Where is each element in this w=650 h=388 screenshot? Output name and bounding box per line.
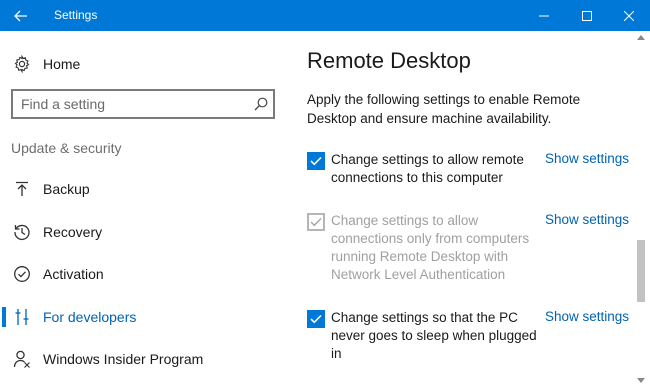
minimize-icon — [539, 15, 549, 16]
page-description: Apply the following settings to enable R… — [307, 92, 581, 126]
option-label: Change settings to allow remote connecti… — [331, 152, 524, 185]
option-label: Change settings to allow connections onl… — [331, 213, 530, 282]
scroll-down-arrow-icon[interactable] — [637, 378, 645, 383]
back-arrow-icon — [14, 10, 27, 21]
backup-arrow-icon — [13, 180, 31, 198]
checkmark-icon — [310, 217, 322, 227]
scrollbar[interactable] — [632, 31, 650, 388]
sidebar-item-windows-insider[interactable]: Windows Insider Program — [0, 340, 292, 378]
page-title: Remote Desktop — [307, 48, 471, 73]
window-title: Settings — [54, 8, 98, 22]
home-label: Home — [43, 56, 81, 72]
maximize-button[interactable] — [564, 0, 610, 31]
scrollbar-thumb[interactable] — [637, 240, 645, 302]
scroll-up-arrow-icon[interactable] — [637, 35, 645, 40]
selection-indicator — [2, 307, 6, 327]
checkmark-icon — [310, 314, 322, 324]
checkbox[interactable] — [307, 152, 325, 170]
checkmark-icon — [310, 156, 322, 166]
sidebar-item-for-developers[interactable]: For developers — [0, 298, 292, 336]
sidebar: Home Update & security Backup Recovery A… — [0, 31, 292, 388]
developer-tools-icon — [13, 308, 31, 326]
close-icon — [624, 10, 634, 21]
main-content: Remote Desktop Apply the following setti… — [292, 31, 632, 388]
gear-icon — [14, 55, 30, 73]
insider-person-icon — [13, 350, 31, 368]
search-input[interactable] — [21, 95, 241, 113]
close-button[interactable] — [606, 0, 650, 31]
show-settings-link[interactable]: Show settings — [545, 309, 629, 324]
sidebar-item-home[interactable]: Home — [13, 54, 80, 74]
search-box[interactable] — [11, 89, 275, 119]
minimize-button[interactable] — [521, 0, 567, 31]
show-settings-link[interactable]: Show settings — [545, 151, 629, 166]
sidebar-item-label: Windows Insider Program — [43, 351, 204, 367]
back-button[interactable] — [0, 0, 42, 31]
sidebar-item-recovery[interactable]: Recovery — [0, 213, 292, 251]
sidebar-item-label: Backup — [43, 181, 90, 197]
sidebar-item-label: Activation — [43, 266, 104, 282]
sidebar-item-activation[interactable]: Activation — [0, 255, 292, 293]
checkbox[interactable] — [307, 310, 325, 328]
maximize-icon — [582, 10, 592, 21]
checkbox-disabled — [307, 213, 325, 231]
title-bar: Settings — [0, 0, 650, 31]
section-title: Update & security — [11, 140, 122, 156]
sidebar-item-backup[interactable]: Backup — [0, 170, 292, 208]
sidebar-item-label: Recovery — [43, 224, 103, 240]
recovery-history-icon — [13, 223, 31, 241]
show-settings-link[interactable]: Show settings — [545, 212, 629, 227]
sidebar-item-label: For developers — [43, 309, 137, 325]
option-label: Change settings so that the PC never goe… — [331, 310, 537, 361]
activation-check-icon — [13, 265, 31, 283]
search-icon[interactable] — [254, 97, 268, 111]
